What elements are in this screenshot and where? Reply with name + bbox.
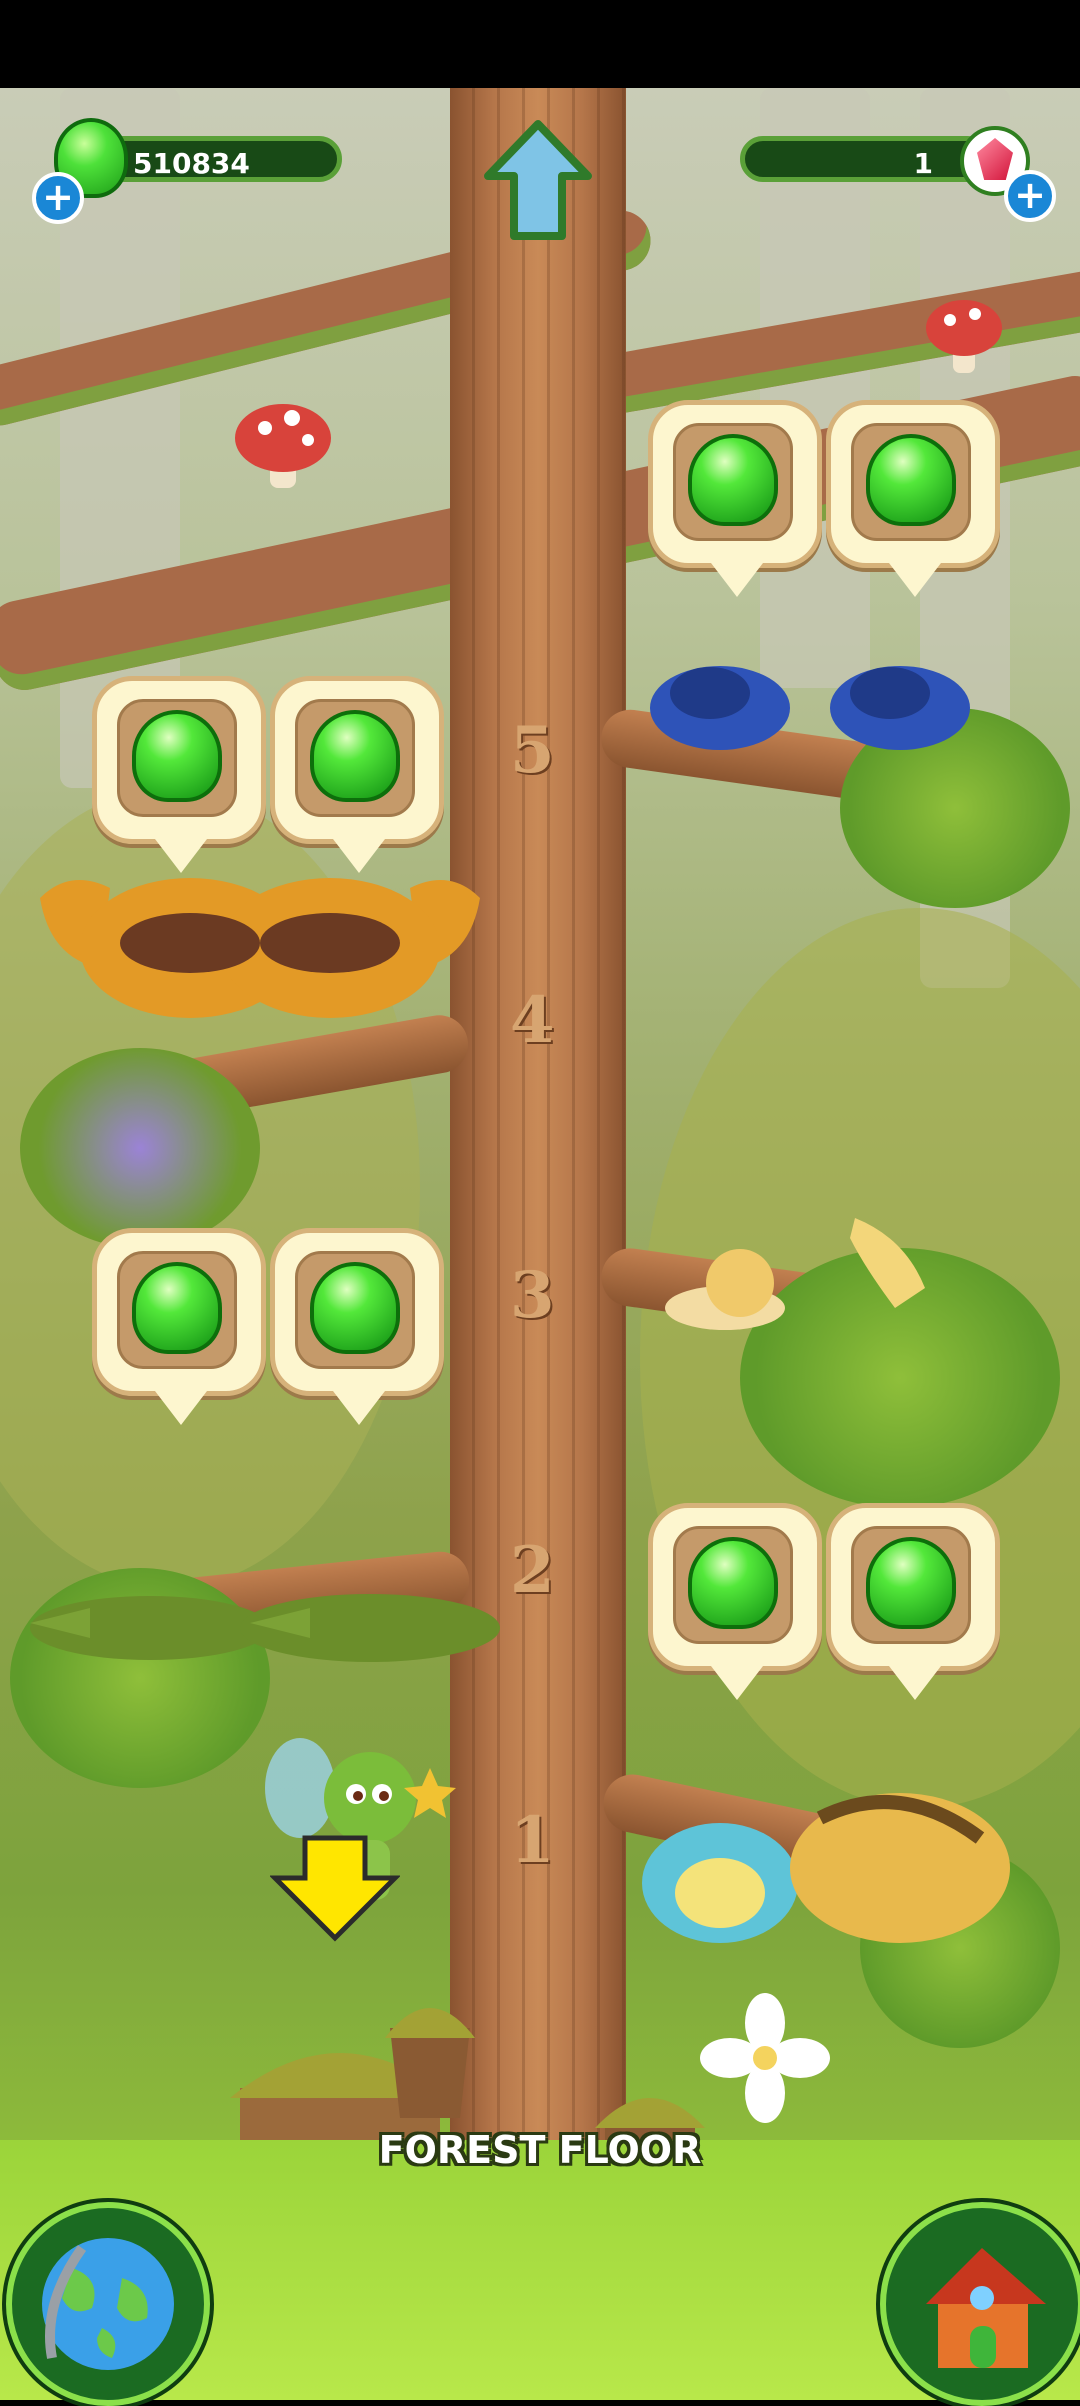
home-button[interactable]: [880, 2202, 1080, 2406]
collect-jelly-bubble[interactable]: [826, 1503, 1000, 1700]
jelly-counter-bar: 510834: [92, 136, 342, 182]
globe-icon: [42, 2238, 174, 2370]
status-bar: [0, 0, 1080, 88]
jelly-count: 510834: [133, 147, 250, 180]
green-jelly-icon: [132, 710, 222, 802]
level-number-2: 2: [510, 1533, 555, 1608]
level-number-3: 3: [510, 1258, 555, 1333]
raccoon-creatures[interactable]: [40, 858, 480, 1028]
add-crystal-button[interactable]: +: [1004, 170, 1056, 222]
house-icon: [926, 2248, 1046, 2368]
collect-jelly-bubble[interactable]: [270, 1228, 444, 1425]
green-jelly-icon: [132, 1262, 222, 1354]
level-number-5: 5: [510, 713, 555, 788]
green-jelly-icon: [688, 1537, 778, 1629]
collect-jelly-bubble[interactable]: [270, 676, 444, 873]
mushroom-decoration: [235, 404, 331, 488]
game-scene: 5 4 3 2 1 FOREST FLOOR: [0, 88, 1080, 2400]
crystal-counter-bar: 1: [740, 136, 990, 182]
crocodile-creatures[interactable]: [30, 1568, 500, 1678]
crystal-count: 1: [913, 147, 933, 180]
world-map-button[interactable]: [6, 2202, 210, 2406]
mushroom-decoration: [926, 300, 1002, 373]
level-number-4: 4: [510, 983, 555, 1058]
frog-and-armadillo-creatures[interactable]: [640, 1778, 1020, 1948]
snail-creatures[interactable]: [655, 1198, 955, 1338]
green-jelly-icon: [866, 434, 956, 526]
down-arrow-icon[interactable]: [270, 1833, 400, 1943]
add-jelly-button[interactable]: +: [32, 172, 84, 224]
collect-jelly-bubble[interactable]: [92, 676, 266, 873]
flower-cluster: [20, 1048, 260, 1248]
green-jelly-icon: [310, 1262, 400, 1354]
green-jelly-icon: [688, 434, 778, 526]
collect-jelly-bubble[interactable]: [648, 400, 822, 597]
white-flower-decoration: [700, 1993, 830, 2123]
collect-jelly-bubble[interactable]: [92, 1228, 266, 1425]
level-number-1: 1: [510, 1803, 555, 1878]
green-jelly-icon: [866, 1537, 956, 1629]
up-arrow-icon[interactable]: [482, 118, 594, 242]
green-jelly-icon: [310, 710, 400, 802]
floor-label: FOREST FLOOR: [378, 2128, 702, 2172]
blue-beetle-creatures[interactable]: [640, 648, 1000, 758]
collect-jelly-bubble[interactable]: [826, 400, 1000, 597]
collect-jelly-bubble[interactable]: [648, 1503, 822, 1700]
